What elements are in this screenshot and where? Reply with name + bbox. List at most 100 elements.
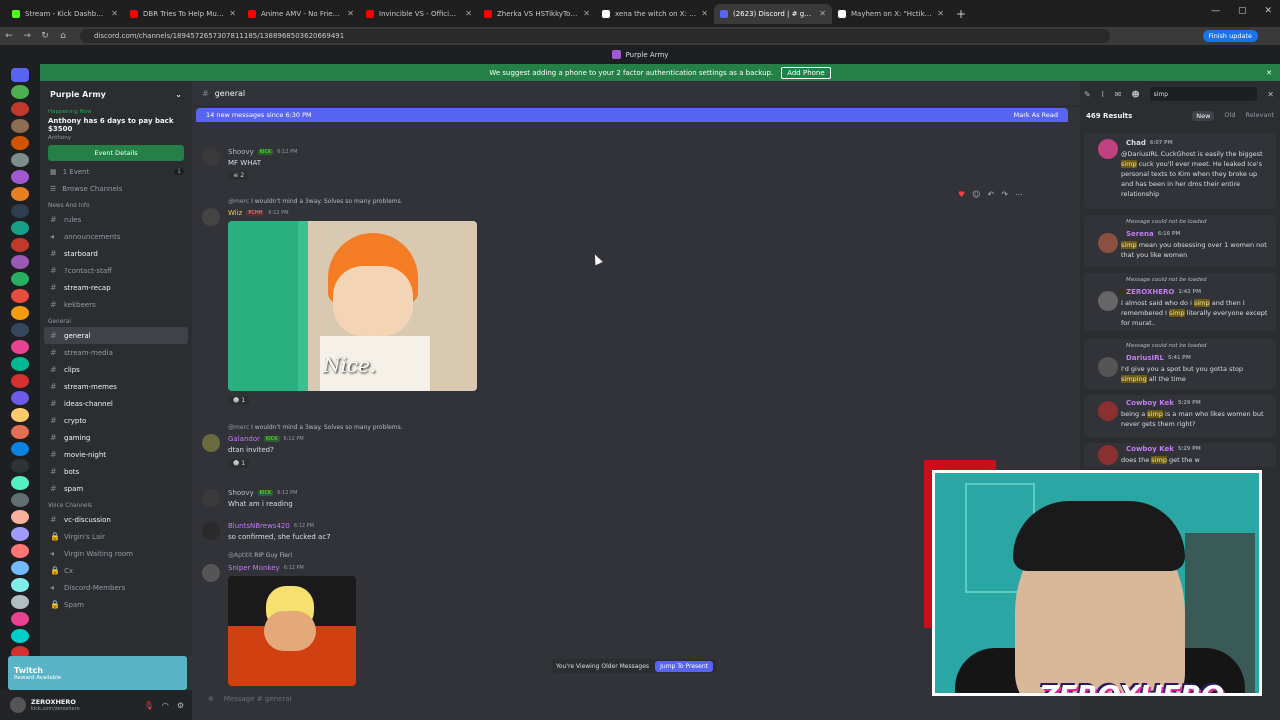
reaction[interactable]: ☻ 1 (228, 396, 251, 405)
server-icon[interactable] (11, 442, 29, 456)
new-tab-icon[interactable]: + (956, 7, 966, 21)
server-icon[interactable] (11, 119, 29, 133)
jump-to-present-button[interactable]: Jump To Present (655, 660, 713, 672)
minimize-icon[interactable]: — (1211, 6, 1220, 16)
server-icon[interactable] (11, 391, 29, 405)
channel-announcements[interactable]: ◂ announcements (40, 228, 192, 245)
browser-tab[interactable]: DBR Tries To Help Murat But E...✕ (124, 4, 242, 24)
server-icon[interactable] (11, 238, 29, 252)
reaction[interactable]: ☠ 2 (228, 171, 250, 180)
close-icon[interactable]: ✕ (701, 9, 708, 18)
browser-tab[interactable]: Zherka VS HSTikkyTokky (Full C...✕ (478, 4, 596, 24)
members-icon[interactable]: ☻ (1131, 90, 1139, 99)
attached-image[interactable] (228, 576, 356, 686)
server-icon[interactable] (11, 544, 29, 558)
avatar[interactable] (202, 564, 220, 582)
category-general[interactable]: General (40, 313, 192, 327)
server-icon[interactable] (11, 102, 29, 116)
avatar[interactable] (202, 434, 220, 452)
reward-promo[interactable]: Twitch Reward Available (8, 656, 187, 690)
server-icon[interactable] (11, 612, 29, 626)
reload-icon[interactable]: ↻ (36, 31, 54, 41)
channel-stream-memes[interactable]: # stream-memes (40, 378, 192, 395)
voice-channel[interactable]: 🔒 Virgin's Lair (40, 528, 192, 545)
forward-icon[interactable]: → (18, 31, 36, 41)
server-icon[interactable] (11, 85, 29, 99)
search-input[interactable]: simp (1149, 87, 1258, 101)
attached-image[interactable]: Nice. (228, 221, 477, 391)
category-voice[interactable]: Voice Channels (40, 497, 192, 511)
channel-rules[interactable]: # rules (40, 211, 192, 228)
server-icon[interactable] (11, 204, 29, 218)
browse-channels-row[interactable]: ☰ Browse Channels (40, 180, 192, 197)
browser-tab[interactable]: Mayhem on X: "Hctikkytokky at...✕ (832, 4, 950, 24)
category-news[interactable]: News and Info (40, 197, 192, 211)
add-phone-button[interactable]: Add Phone (781, 66, 831, 79)
reply-icon[interactable]: ↶ (988, 190, 995, 199)
server-icon[interactable] (11, 374, 29, 388)
server-icon[interactable] (11, 221, 29, 235)
search-result[interactable]: Message could not be loaded DariusIRL 5:4… (1084, 339, 1276, 389)
add-reaction-icon[interactable]: ☺ (972, 190, 980, 199)
avatar[interactable] (202, 148, 220, 166)
channel-kekbeers[interactable]: # kekbeers (40, 296, 192, 313)
voice-channel[interactable]: 🔒 Spam (40, 596, 192, 613)
channel-vc-discussion[interactable]: # vc-discussion (40, 511, 192, 528)
server-icon[interactable] (11, 595, 29, 609)
browser-tab[interactable]: Stream - Kick Dashboard ✕ (6, 4, 124, 24)
avatar[interactable] (202, 522, 220, 540)
more-icon[interactable]: ⋯ (1015, 190, 1023, 199)
server-icon[interactable] (11, 561, 29, 575)
server-icon[interactable] (11, 629, 29, 643)
avatar[interactable] (202, 489, 220, 507)
events-row[interactable]: ▦ 1 Event 1 (40, 163, 192, 180)
server-icon[interactable] (11, 323, 29, 337)
server-icon[interactable] (11, 357, 29, 371)
browser-tab-active[interactable]: (2623) Discord | # general | P...✕ (714, 3, 832, 24)
finish-update-button[interactable]: Finish update (1202, 30, 1258, 42)
add-attachment-icon[interactable]: ⊕ (208, 695, 214, 703)
search-result[interactable]: Message could not be loaded ZEROXHERO 1:4… (1084, 273, 1276, 331)
url-field[interactable]: discord.com/channels/1894572657307811185… (80, 29, 1110, 43)
threads-icon[interactable]: ⌇ (1101, 90, 1105, 99)
server-icon-active[interactable] (11, 170, 29, 184)
channel-general[interactable]: # general (44, 327, 188, 344)
sort-old-tab[interactable]: Old (1224, 111, 1235, 121)
mark-as-read-button[interactable]: Mark As Read (1014, 111, 1058, 119)
channel-stream-media[interactable]: # stream-media (40, 344, 192, 361)
channel-stream-recap[interactable]: # stream-recap (40, 279, 192, 296)
headphones-icon[interactable]: ◠ (162, 701, 169, 710)
close-icon[interactable]: ✕ (229, 9, 236, 18)
message-input[interactable]: Message # general (224, 695, 292, 703)
maximize-icon[interactable]: ▢ (1238, 6, 1247, 16)
new-messages-bar[interactable]: 14 new messages since 6:30 PM Mark As Re… (196, 108, 1068, 122)
server-icon[interactable] (11, 255, 29, 269)
server-icon[interactable] (11, 408, 29, 422)
server-icon[interactable] (11, 459, 29, 473)
browser-tab[interactable]: xena the witch on X: "This bitch...✕ (596, 4, 714, 24)
event-details-button[interactable]: Event Details (48, 145, 184, 161)
close-icon[interactable]: ✕ (937, 9, 944, 18)
voice-channel[interactable]: ◂ Virgin Waiting room (40, 545, 192, 562)
channel-ideas-channel[interactable]: # ideas-channel (40, 395, 192, 412)
close-icon[interactable]: ✕ (465, 9, 472, 18)
channel-gaming[interactable]: # gaming (40, 429, 192, 446)
search-result[interactable]: Chad 6:07 PM @DariusIRL CuckGhost is easi… (1084, 133, 1276, 209)
server-icon[interactable] (11, 306, 29, 320)
server-header[interactable]: Purple Army ⌄ (40, 81, 192, 107)
mute-icon[interactable]: 🎙 (144, 701, 154, 710)
server-icon[interactable] (11, 425, 29, 439)
server-icon[interactable] (11, 153, 29, 167)
server-icon[interactable] (11, 476, 29, 490)
close-icon[interactable]: ✕ (1267, 90, 1274, 99)
sort-new-tab[interactable]: New (1192, 111, 1215, 121)
server-icon[interactable] (11, 340, 29, 354)
channel-crypto[interactable]: # crypto (40, 412, 192, 429)
close-icon[interactable]: ✕ (347, 9, 354, 18)
reaction[interactable]: ☻ 1 (228, 459, 251, 468)
channel-movie-night[interactable]: # movie-night (40, 446, 192, 463)
server-icon[interactable] (11, 187, 29, 201)
server-icon[interactable] (11, 136, 29, 150)
server-icon[interactable] (11, 289, 29, 303)
channel-clips[interactable]: # clips (40, 361, 192, 378)
